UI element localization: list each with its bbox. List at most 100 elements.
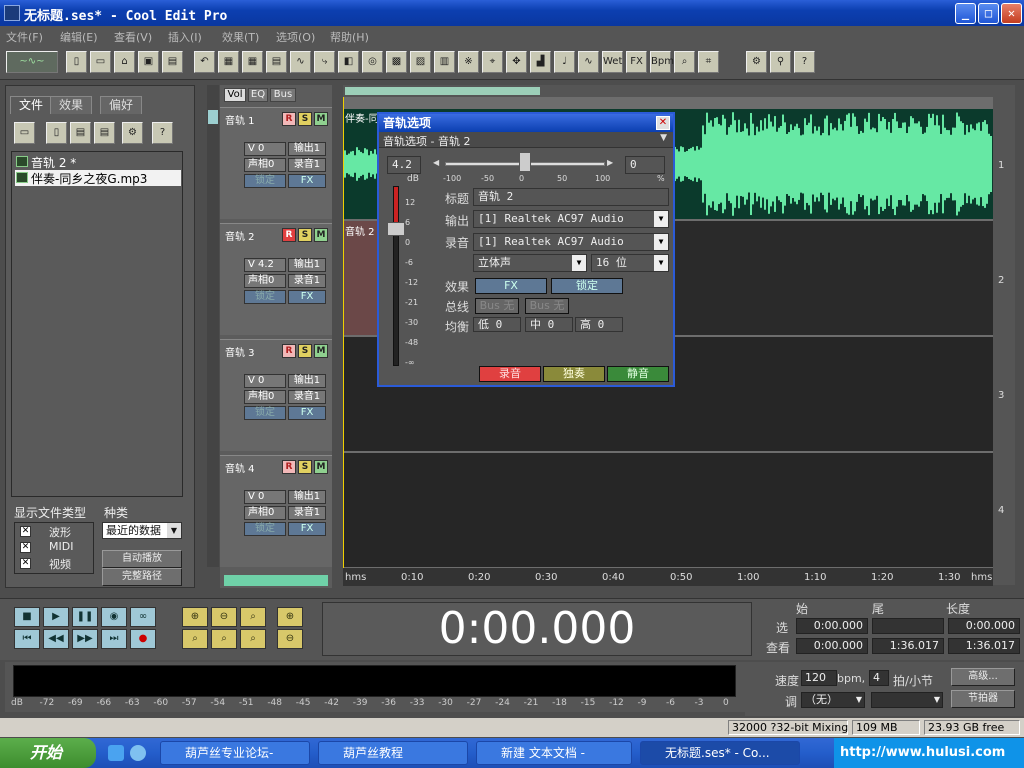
list-item[interactable]: 伴奏-同乡之夜G.mp3 — [15, 170, 181, 186]
zoom-out-icon[interactable]: ⊖ — [211, 607, 237, 627]
menu-options[interactable]: 选项(O) — [276, 29, 315, 45]
volume-slider-thumb[interactable] — [387, 222, 405, 236]
solo-toggle[interactable]: S — [298, 460, 312, 474]
record-source-button[interactable]: 录音1 — [288, 506, 326, 520]
tab-effects[interactable]: 效果 — [50, 96, 93, 114]
title-field[interactable]: 音轨 2 — [473, 188, 669, 206]
import-icon[interactable]: ▯ — [46, 122, 67, 144]
record-select[interactable]: [1] Realtek AC97 Audio ▼ — [473, 233, 669, 251]
ie-icon[interactable] — [108, 745, 124, 761]
open-folder-icon[interactable]: ▭ — [14, 122, 35, 144]
save-icon[interactable]: ▣ — [138, 51, 159, 73]
fx-button[interactable]: FX — [288, 174, 326, 188]
eq-high-field[interactable]: 高 0 — [575, 317, 623, 332]
midi-checkbox[interactable]: ✕ — [20, 542, 31, 553]
pan-field[interactable]: 声相0 — [244, 506, 286, 520]
output-button[interactable]: 输出1 — [288, 258, 326, 272]
key-mode-select[interactable]: ▼ — [871, 692, 943, 708]
zoom-right-icon[interactable]: ⌕ — [240, 629, 266, 649]
channel-select[interactable]: 立体声 ▼ — [473, 254, 587, 272]
mute-toggle[interactable]: M — [314, 228, 328, 242]
mixdown-icon[interactable]: ▦ — [218, 51, 239, 73]
fast-forward-icon[interactable]: ▶▶ — [72, 629, 98, 649]
rewind-icon[interactable]: ◀◀ — [43, 629, 69, 649]
solo-toggle[interactable]: S — [298, 344, 312, 358]
save-all-icon[interactable]: ▤ — [162, 51, 183, 73]
volume-field[interactable]: V 4.2 — [244, 258, 286, 272]
taskbar-item[interactable]: 葫芦丝专业论坛- — [160, 741, 310, 765]
stop-icon[interactable]: ■ — [14, 607, 40, 627]
mute-toggle[interactable]: M — [314, 112, 328, 126]
track-scroll-bar[interactable] — [224, 575, 328, 586]
beats-field[interactable]: 4 — [869, 670, 889, 686]
view-length[interactable]: 1:36.017 — [948, 638, 1020, 654]
loop-play-icon[interactable]: ∞ — [130, 607, 156, 627]
dialog-close-icon[interactable]: ✕ — [656, 116, 670, 130]
sort-select[interactable]: 最近的数据 ▼ — [102, 522, 182, 539]
clip-2[interactable] — [343, 221, 377, 335]
loop-icon[interactable]: ▨ — [410, 51, 431, 73]
taskbar-item[interactable]: 无标题.ses* - Co... — [640, 741, 800, 765]
time-ruler[interactable]: hms 0:10 0:20 0:30 0:40 0:50 1:00 1:10 1… — [343, 568, 993, 586]
undo-icon[interactable]: ↶ — [194, 51, 215, 73]
full-path-button[interactable]: 完整路径 — [102, 568, 182, 586]
lock-button[interactable]: 锁定 — [551, 278, 623, 294]
tab-favorites[interactable]: 偏好 — [100, 96, 143, 114]
marker-icon[interactable]: ⌗ — [698, 51, 719, 73]
go-to-start-icon[interactable]: ⏮ — [14, 629, 40, 649]
go-to-end-icon[interactable]: ⏭ — [101, 629, 127, 649]
record-source-button[interactable]: 录音1 — [288, 158, 326, 172]
grid-icon[interactable]: ▦ — [242, 51, 263, 73]
record-arm-toggle[interactable]: R — [282, 228, 296, 242]
pan-field[interactable]: 声相0 — [244, 390, 286, 404]
video-checkbox[interactable]: ✕ — [20, 558, 31, 569]
record-source-button[interactable]: 录音1 — [288, 390, 326, 404]
menu-file[interactable]: 文件(F) — [6, 29, 43, 45]
bits-select[interactable]: 16 位 ▼ — [591, 254, 669, 272]
volume-value-field[interactable]: 4.2 — [387, 156, 421, 174]
mute-button[interactable]: 静音 — [607, 366, 669, 382]
taskbar-item[interactable]: 新建 文本文档 - — [476, 741, 632, 765]
eq-low-field[interactable]: 低 0 — [473, 317, 521, 332]
volume-slider-track[interactable] — [393, 186, 399, 366]
lock-button[interactable]: 锁定 — [244, 290, 286, 304]
tracks-icon[interactable]: ▤ — [266, 51, 287, 73]
app-icon[interactable] — [4, 5, 20, 21]
solo-toggle[interactable]: S — [298, 228, 312, 242]
record-arm-button[interactable]: 录音 — [479, 366, 541, 382]
move-tool-icon[interactable]: ✥ — [506, 51, 527, 73]
pan-value-field[interactable]: 0 — [625, 156, 665, 174]
eq-mid-field[interactable]: 中 0 — [525, 317, 573, 332]
time-display[interactable]: 0:00.000 — [322, 602, 752, 656]
pan-field[interactable]: 声相0 — [244, 274, 286, 288]
panel-help-icon[interactable]: ? — [152, 122, 173, 144]
fx-button[interactable]: FX — [475, 278, 547, 294]
output-button[interactable]: 输出1 — [288, 374, 326, 388]
auto-play-button[interactable]: 自动播放 — [102, 550, 182, 568]
volume-field[interactable]: V 0 — [244, 374, 286, 388]
mute-toggle[interactable]: M — [314, 344, 328, 358]
fx-icon[interactable]: FX — [626, 51, 647, 73]
bus-field-2[interactable]: Bus 无 — [525, 298, 569, 314]
tab-eq[interactable]: EQ — [248, 88, 268, 102]
pan-slider-thumb[interactable] — [519, 152, 531, 172]
zoom-selection-icon[interactable]: ⌕ — [182, 629, 208, 649]
menu-edit[interactable]: 编辑(E) — [60, 29, 98, 45]
output-select[interactable]: [1] Realtek AC97 Audio ▼ — [473, 210, 669, 228]
cue-icon[interactable]: ⌕ — [674, 51, 695, 73]
view-start[interactable]: 0:00.000 — [796, 638, 868, 654]
tab-vol[interactable]: Vol — [224, 88, 246, 102]
scroll-thumb[interactable] — [208, 110, 218, 124]
mute-toggle[interactable]: M — [314, 460, 328, 474]
lock-icon[interactable]: ▩ — [386, 51, 407, 73]
tab-files[interactable]: 文件 — [10, 96, 53, 114]
dialog-subtitle-bar[interactable]: 音轨选项 - 音轨 2 ▼ — [379, 132, 673, 148]
record-icon[interactable]: ● — [130, 629, 156, 649]
track-lane-4[interactable] — [343, 453, 993, 567]
pan-left-arrow-icon[interactable]: ◀ — [433, 158, 439, 167]
settings-icon[interactable]: ⚙ — [746, 51, 767, 73]
open-file-icon[interactable]: ▭ — [90, 51, 111, 73]
pan-right-arrow-icon[interactable]: ▶ — [607, 158, 613, 167]
bpm-icon[interactable]: Bpm — [650, 51, 674, 73]
key-select[interactable]: （无） ▼ — [801, 692, 865, 708]
